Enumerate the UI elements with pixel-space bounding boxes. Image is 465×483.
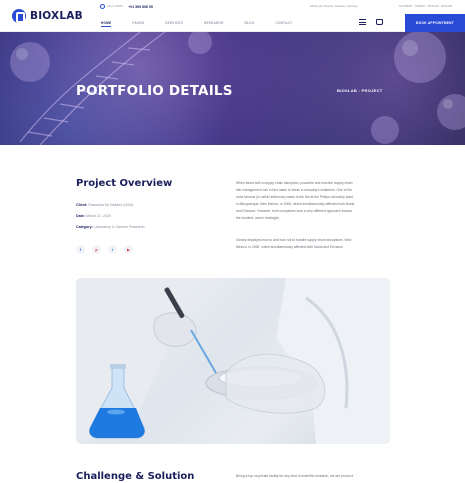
lab-scientist-illustration [76, 278, 390, 444]
client-label: Client: [76, 203, 88, 207]
paragraph-line: risk management can in fact make to brea… [236, 188, 353, 192]
top-bar: CALL TODAY: +01 569 896 55 Edinburgh, Fl… [100, 4, 465, 14]
page-hero: PORTFOLIO DETAILS BIOXLAB : PROJECT [0, 32, 465, 145]
category-label: Category: [76, 225, 93, 229]
project-image [76, 278, 390, 444]
logo[interactable]: BIOXLAB [12, 9, 83, 23]
date-meta: Date: March 21, 2020 [76, 214, 111, 218]
client-value: Pascalina De Bellaire (USA) [88, 203, 134, 207]
social-links: f p t ▶ [76, 245, 133, 254]
category-value: Laboratory & Science Research [93, 225, 145, 229]
facebook-glyph: f [79, 247, 82, 252]
category-meta: Category: Laboratory & Science Research [76, 225, 145, 229]
breadcrumb[interactable]: BIOXLAB : PROJECT [337, 88, 383, 93]
paragraph-line: the incident, and in hindsight,. [236, 216, 281, 220]
nav-item-blog[interactable]: BLOG [244, 21, 254, 27]
book-appointment-button[interactable]: BOOK APPOINTMENT [405, 14, 465, 32]
twitter-icon[interactable]: t [108, 245, 117, 254]
topbar-address: Edinburgh, Florence, Sinsheim, Germany [310, 5, 358, 8]
site-header: BIOXLAB CALL TODAY: +01 569 896 55 Edinb… [0, 0, 465, 32]
phone-label: CALL TODAY: [107, 5, 124, 8]
overview-paragraph-2: Clearly displayed how to and how not to … [236, 237, 391, 251]
phone-icon [100, 4, 105, 9]
logo-text: BIOXLAB [30, 10, 83, 22]
topbar-phone[interactable]: CALL TODAY: +01 569 896 55 [100, 4, 153, 9]
challenge-paragraph: Being a top us private facility for any … [236, 474, 354, 478]
paragraph-line: Clearly displayed how to and how not to … [236, 238, 352, 242]
nav-item-pages[interactable]: PAGES [132, 21, 144, 27]
flask-logo-icon [12, 9, 26, 23]
menu-icon[interactable] [359, 19, 366, 25]
facebook-icon[interactable]: f [76, 245, 85, 254]
paragraph-line: in Albuquerque, New Mexico, in 2000, whi… [236, 202, 355, 206]
twitter-glyph: t [111, 247, 114, 252]
cart-icon[interactable] [376, 19, 383, 25]
paragraph-line: Mexico, in 2000, which simultaneously af… [236, 245, 343, 249]
date-value: March 21, 2020 [86, 214, 111, 218]
youtube-glyph: ▶ [127, 247, 130, 252]
main-nav: HOME PAGES SERVICES RESEARCH BLOG CONTAC… [101, 21, 313, 27]
nav-item-services[interactable]: SERVICES [165, 21, 183, 27]
nav-item-research[interactable]: RESEARCH [204, 21, 224, 27]
page-title: PORTFOLIO DETAILS [76, 83, 233, 99]
youtube-icon[interactable]: ▶ [124, 245, 133, 254]
pinterest-glyph: p [95, 247, 98, 252]
project-overview-heading: Project Overview [76, 178, 173, 189]
date-label: Date: [76, 214, 85, 218]
paragraph-line: When faced with a supply chain disruptio… [236, 181, 353, 185]
client-meta: Client: Pascalina De Bellaire (USA) [76, 203, 133, 207]
nav-icons [359, 19, 383, 25]
pinterest-icon[interactable]: p [92, 245, 101, 254]
paragraph-line: most famous (or rather infamous) cases i… [236, 195, 354, 199]
challenge-solution-heading: Challenge & Solution [76, 471, 195, 482]
nav-item-contact[interactable]: CONTACT [275, 21, 292, 27]
overview-paragraph-1: When faced with a supply chain disruptio… [236, 180, 391, 222]
topbar-hours: SATURDAY - SUNDAY : 09:00 AM - 05:00 PM [399, 5, 453, 8]
phone-number: +01 569 896 55 [128, 4, 153, 9]
nav-item-home[interactable]: HOME [101, 21, 112, 27]
paragraph-line: and Ericsson. However, both companies to… [236, 209, 352, 213]
